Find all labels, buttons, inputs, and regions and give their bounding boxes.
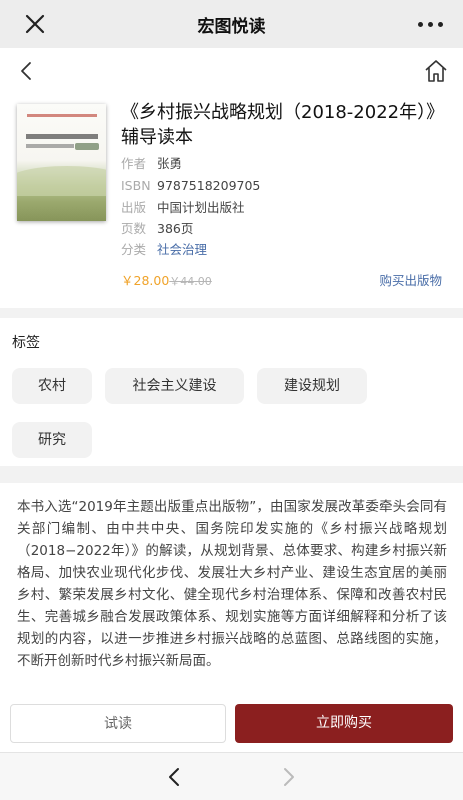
buy-physical-link[interactable]: 购买出版物 (379, 270, 442, 289)
browser-bottom-nav (0, 752, 463, 800)
chevron-right-icon[interactable] (276, 765, 300, 789)
meta-author: 作者 张勇 (121, 156, 182, 172)
meta-value: 中国计划出版社 (157, 200, 245, 215)
top-bar: 宏图悦读 (0, 0, 463, 48)
description-section: 本书入选“2019年主题出版重点出版物”，由国家发展改革委牵头会同有关部门编制、… (0, 483, 463, 696)
close-icon[interactable] (22, 11, 48, 37)
meta-category: 分类 社会治理 (121, 242, 207, 258)
tags-section: 标签 农村 社会主义建设 建设规划 研究 (0, 318, 463, 466)
action-bar: 试读 立即购买 (0, 696, 463, 752)
tag-chip[interactable]: 社会主义建设 (105, 368, 244, 404)
book-title: 《乡村振兴战略规划（2018-2022年）》辅导读本 (121, 102, 445, 148)
original-price: ￥44.00 (169, 275, 212, 288)
tag-chip[interactable]: 建设规划 (257, 368, 367, 404)
more-dots-icon[interactable] (418, 22, 443, 27)
price: ￥28.00￥44.00 (121, 270, 212, 289)
meta-value: 9787518209705 (157, 178, 261, 193)
meta-isbn: ISBN 9787518209705 (121, 178, 260, 194)
nav-bar (0, 48, 463, 94)
tag-chip[interactable]: 农村 (12, 368, 92, 404)
chevron-left-icon[interactable] (14, 58, 40, 84)
chevron-left-icon[interactable] (163, 765, 187, 789)
tags-header: 标签 (12, 335, 40, 351)
meta-key: ISBN (121, 178, 151, 193)
tag-chip[interactable]: 研究 (12, 422, 92, 458)
book-info: 《乡村振兴战略规划（2018-2022年）》辅导读本 作者 张勇 ISBN 9787… (0, 94, 463, 308)
current-price: ￥28.00 (121, 273, 170, 288)
meta-value: 386页 (157, 221, 194, 236)
meta-key: 作者 (121, 156, 147, 171)
try-read-button[interactable]: 试读 (10, 704, 226, 743)
book-cover[interactable] (17, 104, 106, 221)
meta-key: 分类 (121, 242, 147, 257)
meta-key: 页数 (121, 221, 147, 236)
category-link[interactable]: 社会治理 (157, 242, 207, 257)
buy-now-button[interactable]: 立即购买 (235, 704, 453, 743)
app-title: 宏图悦读 (197, 16, 266, 37)
meta-publisher: 出版 中国计划出版社 (121, 200, 245, 216)
meta-pages: 页数 386页 (121, 221, 193, 237)
meta-key: 出版 (121, 200, 147, 215)
meta-value: 张勇 (157, 156, 183, 171)
description-text: 本书入选“2019年主题出版重点出版物”，由国家发展改革委牵头会同有关部门编制、… (17, 499, 447, 669)
home-icon[interactable] (423, 58, 449, 84)
